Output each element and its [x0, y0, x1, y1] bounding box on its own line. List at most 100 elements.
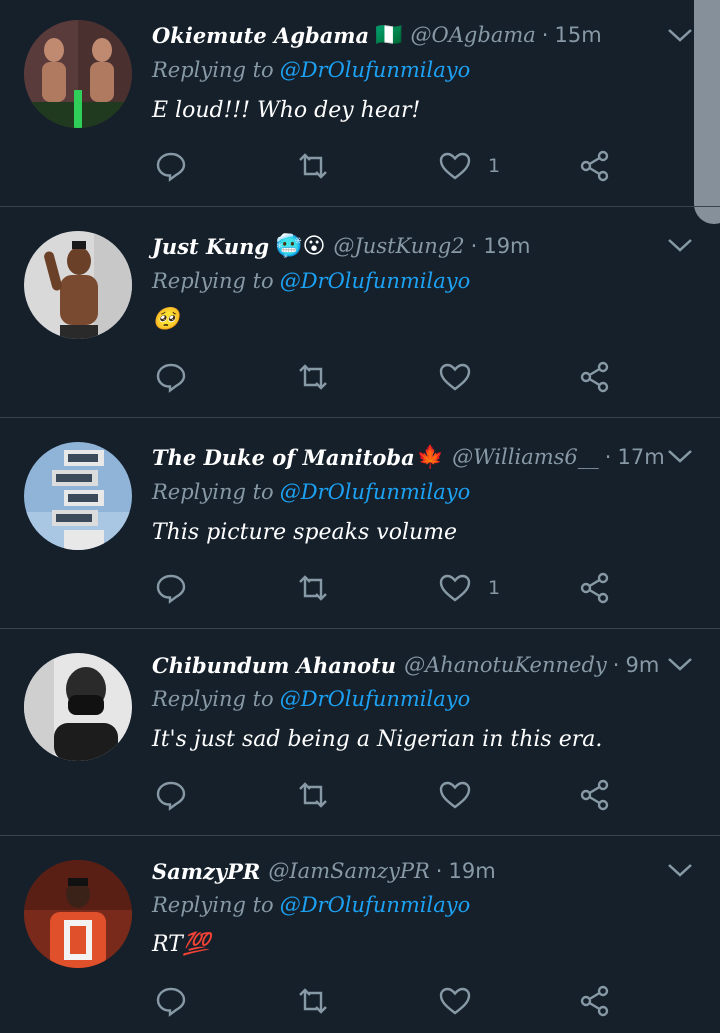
retweet-icon [299, 153, 327, 179]
like-count: 1 [488, 155, 501, 177]
reply-target-link[interactable]: @DrOlufunmilayo [280, 687, 471, 711]
replying-to-line: Replying to @DrOlufunmilayo [152, 480, 470, 504]
retweet-button[interactable] [296, 981, 330, 1021]
action-bar [150, 357, 630, 397]
avatar[interactable] [24, 860, 132, 968]
timestamp[interactable]: 9m [625, 653, 659, 677]
reply-icon [156, 574, 186, 604]
retweet-button[interactable] [296, 568, 330, 608]
like-button[interactable]: 1 [438, 568, 500, 608]
chevron-down-icon[interactable] [666, 446, 694, 466]
chevron-down-icon[interactable] [666, 25, 694, 45]
replying-to-line: Replying to @DrOlufunmilayo [152, 269, 470, 293]
reply-target-link[interactable]: @DrOlufunmilayo [280, 269, 471, 293]
avatar[interactable] [24, 653, 132, 761]
share-icon [580, 150, 609, 182]
avatar[interactable] [24, 442, 132, 550]
retweet-button[interactable] [296, 357, 330, 397]
display-name[interactable]: Just Kung [152, 234, 269, 259]
reply-button[interactable] [154, 775, 188, 815]
share-button[interactable] [578, 146, 612, 186]
reply-button[interactable] [154, 568, 188, 608]
like-button[interactable] [438, 981, 488, 1021]
like-button[interactable] [438, 357, 488, 397]
timestamp[interactable]: 19m [483, 234, 530, 258]
reply-icon [156, 363, 186, 393]
display-name[interactable]: Okiemute Agbama [152, 23, 369, 48]
separator-dot: · [470, 234, 478, 258]
retweet-button[interactable] [296, 775, 330, 815]
like-icon [439, 781, 471, 809]
share-button[interactable] [578, 357, 612, 397]
reply-button[interactable] [154, 981, 188, 1021]
tweet[interactable]: Okiemute Agbama 🇳🇬 @OAgbama · 15m Replyi… [0, 0, 720, 207]
retweet-icon [299, 782, 327, 808]
share-icon [580, 779, 609, 811]
share-button[interactable] [578, 568, 612, 608]
user-handle[interactable]: @IamSamzyPR [268, 859, 429, 883]
chevron-down-icon[interactable] [666, 654, 694, 674]
separator-dot: · [604, 445, 612, 469]
action-bar: 1 [150, 568, 630, 608]
display-name[interactable]: Chibundum Ahanotu [152, 653, 396, 678]
retweet-icon [299, 575, 327, 601]
separator-dot: · [435, 859, 443, 883]
user-handle[interactable]: @Williams6__ [452, 445, 599, 469]
tweet-text: It's just sad being a Nigerian in this e… [152, 727, 603, 752]
avatar[interactable] [24, 20, 132, 128]
replying-label: Replying to [152, 893, 274, 917]
like-icon [439, 574, 471, 602]
share-button[interactable] [578, 981, 612, 1021]
reply-target-link[interactable]: @DrOlufunmilayo [280, 58, 471, 82]
tweet-text: This picture speaks volume [152, 520, 458, 545]
reply-icon [156, 781, 186, 811]
retweet-icon [299, 988, 327, 1014]
retweet-button[interactable] [296, 146, 330, 186]
tweet[interactable]: The Duke of Manitoba 🍁 @Williams6__ · 17… [0, 418, 720, 629]
replying-label: Replying to [152, 269, 274, 293]
replying-label: Replying to [152, 58, 274, 82]
separator-dot: · [612, 653, 620, 677]
tweet-text: RT💯 [152, 932, 211, 957]
chevron-down-icon[interactable] [666, 235, 694, 255]
chevron-down-icon[interactable] [666, 860, 694, 880]
like-button[interactable] [438, 775, 488, 815]
replying-label: Replying to [152, 480, 274, 504]
retweet-icon [299, 364, 327, 390]
share-icon [580, 572, 609, 604]
reply-target-link[interactable]: @DrOlufunmilayo [280, 480, 471, 504]
user-handle[interactable]: @AhanotuKennedy [404, 653, 607, 677]
share-icon [580, 985, 609, 1017]
like-button[interactable]: 1 [438, 146, 500, 186]
tweet-text: E loud!!! Who dey hear! [152, 98, 421, 123]
reply-icon [156, 987, 186, 1017]
replying-to-line: Replying to @DrOlufunmilayo [152, 893, 470, 917]
reply-target-link[interactable]: @DrOlufunmilayo [280, 893, 471, 917]
like-icon [439, 152, 471, 180]
timestamp[interactable]: 15m [554, 23, 601, 47]
display-name[interactable]: SamzyPR [152, 859, 260, 884]
user-handle[interactable]: @JustKung2 [333, 234, 464, 258]
like-icon [439, 363, 471, 391]
replying-to-line: Replying to @DrOlufunmilayo [152, 58, 470, 82]
user-handle[interactable]: @OAgbama [411, 23, 536, 47]
maple-leaf-emoji: 🍁 [416, 444, 445, 470]
timestamp[interactable]: 19m [448, 859, 495, 883]
flag-emoji: 🇳🇬 [375, 22, 403, 48]
tweet-text: 🥺 [152, 307, 180, 332]
replying-label: Replying to [152, 687, 274, 711]
timestamp[interactable]: 17m [617, 445, 664, 469]
tweet[interactable]: SamzyPR @IamSamzyPR · 19m Replying to @Dr… [0, 836, 720, 1033]
reply-button[interactable] [154, 357, 188, 397]
avatar[interactable] [24, 231, 132, 339]
share-icon [580, 361, 609, 393]
name-emoji: 🥶😮 [275, 233, 326, 259]
share-button[interactable] [578, 775, 612, 815]
tweet[interactable]: Chibundum Ahanotu @AhanotuKennedy · 9m R… [0, 629, 720, 836]
display-name[interactable]: The Duke of Manitoba [152, 445, 415, 470]
action-bar [150, 981, 630, 1021]
reply-button[interactable] [154, 146, 188, 186]
separator-dot: · [541, 23, 549, 47]
reply-icon [156, 152, 186, 182]
tweet[interactable]: Just Kung 🥶😮 @JustKung2 · 19m Replying t… [0, 207, 720, 418]
